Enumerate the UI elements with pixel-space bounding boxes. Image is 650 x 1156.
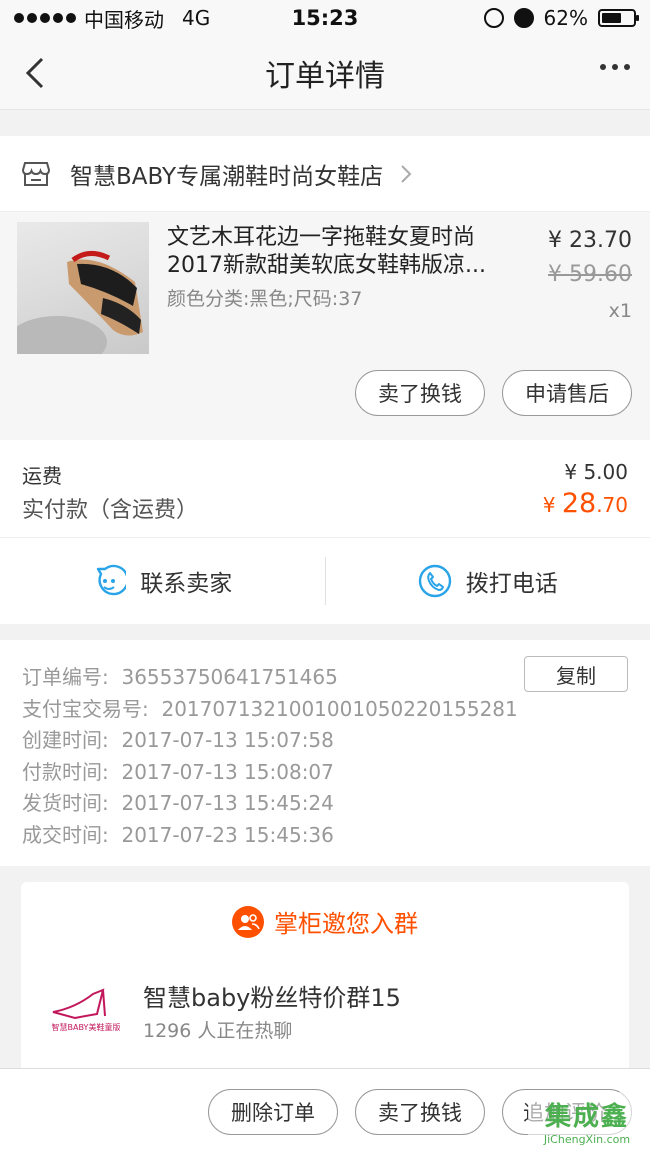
battery-percent: 62% xyxy=(543,6,588,30)
shipping-label: 运费 xyxy=(22,464,62,488)
bottom-action-bar: 删除订单 卖了换钱 追加评价 集成鑫 JiChengXin.com xyxy=(0,1068,650,1156)
section-gap xyxy=(0,624,650,640)
product-item[interactable]: 文艺木耳花边一字拖鞋女夏时尚 2017新款甜美软底女鞋韩版凉... 颜色分类:黑… xyxy=(0,212,650,440)
alipay-trade-row: 支付宝交易号: 2017071321001001050220155281 xyxy=(22,694,628,726)
delete-order-button[interactable]: 删除订单 xyxy=(208,1089,338,1135)
contact-seller-button[interactable]: 联系卖家 xyxy=(0,564,325,598)
shop-header[interactable]: 智慧BABY专属潮鞋时尚女鞋店 xyxy=(0,136,650,212)
group-logo: 智慧BABY美鞋童版 xyxy=(52,988,121,1032)
back-button[interactable] xyxy=(20,56,52,90)
carrier-label: 中国移动 xyxy=(84,7,164,32)
contact-seller-label: 联系卖家 xyxy=(140,571,233,597)
product-original-price: ¥ 59.60 xyxy=(548,262,632,287)
sell-for-cash-bottom-button[interactable]: 卖了换钱 xyxy=(355,1089,485,1135)
watermark-bottom: JiChengXin.com xyxy=(543,1133,631,1146)
info-label: 发货时间: xyxy=(22,791,109,815)
shipped-time-row: 发货时间: 2017-07-13 15:45:24 xyxy=(22,788,628,820)
watermark: 集成鑫 JiChengXin.com xyxy=(528,1092,646,1150)
group-icon xyxy=(232,905,264,938)
battery-fill xyxy=(601,13,621,23)
group-header-label: 掌柜邀您入群 xyxy=(274,910,418,938)
chevron-right-icon xyxy=(401,164,412,183)
call-phone-button[interactable]: 拨打电话 xyxy=(326,564,650,598)
paid-time: 2017-07-13 15:08:07 xyxy=(121,759,334,784)
product-price: ¥ 23.70 xyxy=(548,228,632,253)
more-button[interactable] xyxy=(600,64,630,70)
product-quantity: x1 xyxy=(608,300,632,322)
group-logo-text: 智慧BABY美鞋童版 xyxy=(52,1022,121,1032)
paid-time-row: 付款时间: 2017-07-13 15:08:07 xyxy=(22,757,628,789)
paid-amount: ¥ 28.70 xyxy=(543,488,628,519)
copy-button[interactable]: 复制 xyxy=(524,656,628,692)
info-label: 支付宝交易号: xyxy=(22,696,149,721)
shop-icon xyxy=(22,161,50,186)
paid-decimal: .70 xyxy=(596,493,628,517)
request-aftersale-button[interactable]: 申请售后 xyxy=(502,370,632,416)
product-image[interactable] xyxy=(17,222,149,354)
status-right: 62% xyxy=(416,6,639,30)
sell-for-cash-button[interactable]: 卖了换钱 xyxy=(355,370,485,416)
shop-name: 智慧BABY专属潮鞋时尚女鞋店 xyxy=(70,163,384,190)
group-name: 智慧baby粉丝特价群15 xyxy=(143,984,401,1012)
contact-bar: 联系卖家 拨打电话 xyxy=(0,538,650,624)
status-left: 中国移动 4G xyxy=(14,4,234,33)
group-card[interactable]: 掌柜邀您入群 智慧BABY美鞋童版 智慧baby粉丝特价群15 1296 人正在… xyxy=(21,882,629,1070)
nav-bar: 订单详情 xyxy=(0,36,650,110)
info-label: 创建时间: xyxy=(22,728,109,752)
created-time: 2017-07-13 15:07:58 xyxy=(121,728,334,752)
section-gap xyxy=(0,110,650,136)
sandal-illustration xyxy=(17,251,143,354)
info-label: 成交时间: xyxy=(22,822,109,847)
paid-label: 实付款（含运费） xyxy=(22,498,199,523)
order-number: 36553750641751465 xyxy=(121,665,338,689)
created-time-row: 创建时间: 2017-07-13 15:07:58 xyxy=(22,725,628,757)
chevron-left-icon xyxy=(25,57,44,89)
alarm-icon xyxy=(513,8,534,28)
battery-icon xyxy=(597,9,639,27)
group-section: 掌柜邀您入群 智慧BABY美鞋童版 智慧baby粉丝特价群15 1296 人正在… xyxy=(0,866,650,1070)
shipped-time: 2017-07-13 15:45:24 xyxy=(121,791,334,815)
fee-section: 运费 ¥ 5.00 实付款（含运费） ¥ 28.70 xyxy=(0,440,650,538)
order-info: 订单编号: 36553750641751465 支付宝交易号: 20170713… xyxy=(0,640,650,866)
phone-icon xyxy=(418,564,451,598)
shipping-value: ¥ 5.00 xyxy=(564,460,628,484)
call-phone-label: 拨打电话 xyxy=(465,571,558,597)
product-title[interactable]: 文艺木耳花边一字拖鞋女夏时尚 2017新款甜美软底女鞋韩版凉... xyxy=(167,224,507,280)
group-header: 掌柜邀您入群 xyxy=(21,904,629,939)
completed-time-row: 成交时间: 2017-07-23 15:45:36 xyxy=(22,820,628,852)
watermark-top: 集成鑫 xyxy=(544,1102,629,1132)
network-label: 4G xyxy=(182,6,211,30)
chat-face-icon xyxy=(97,564,127,596)
paid-integer: 28 xyxy=(561,488,597,519)
info-label: 订单编号: xyxy=(22,665,109,689)
group-member-count: 1296 人正在热聊 xyxy=(143,1020,293,1042)
product-title-line1: 文艺木耳花边一字拖鞋女夏时尚 xyxy=(167,225,476,250)
alipay-trade-number: 2017071321001001050220155281 xyxy=(161,696,518,721)
product-spec: 颜色分类:黑色;尺码:37 xyxy=(167,288,363,310)
paid-currency: ¥ xyxy=(542,493,562,517)
status-bar: 中国移动 4G 15:23 62% xyxy=(0,0,650,36)
status-time: 15:23 xyxy=(291,6,359,30)
signal-icon xyxy=(14,13,76,23)
rotation-lock-icon xyxy=(483,8,504,28)
completed-time: 2017-07-23 15:45:36 xyxy=(121,822,334,847)
page-title: 订单详情 xyxy=(265,58,385,94)
info-label: 付款时间: xyxy=(22,759,109,784)
product-title-line2: 2017新款甜美软底女鞋韩版凉... xyxy=(167,253,486,278)
